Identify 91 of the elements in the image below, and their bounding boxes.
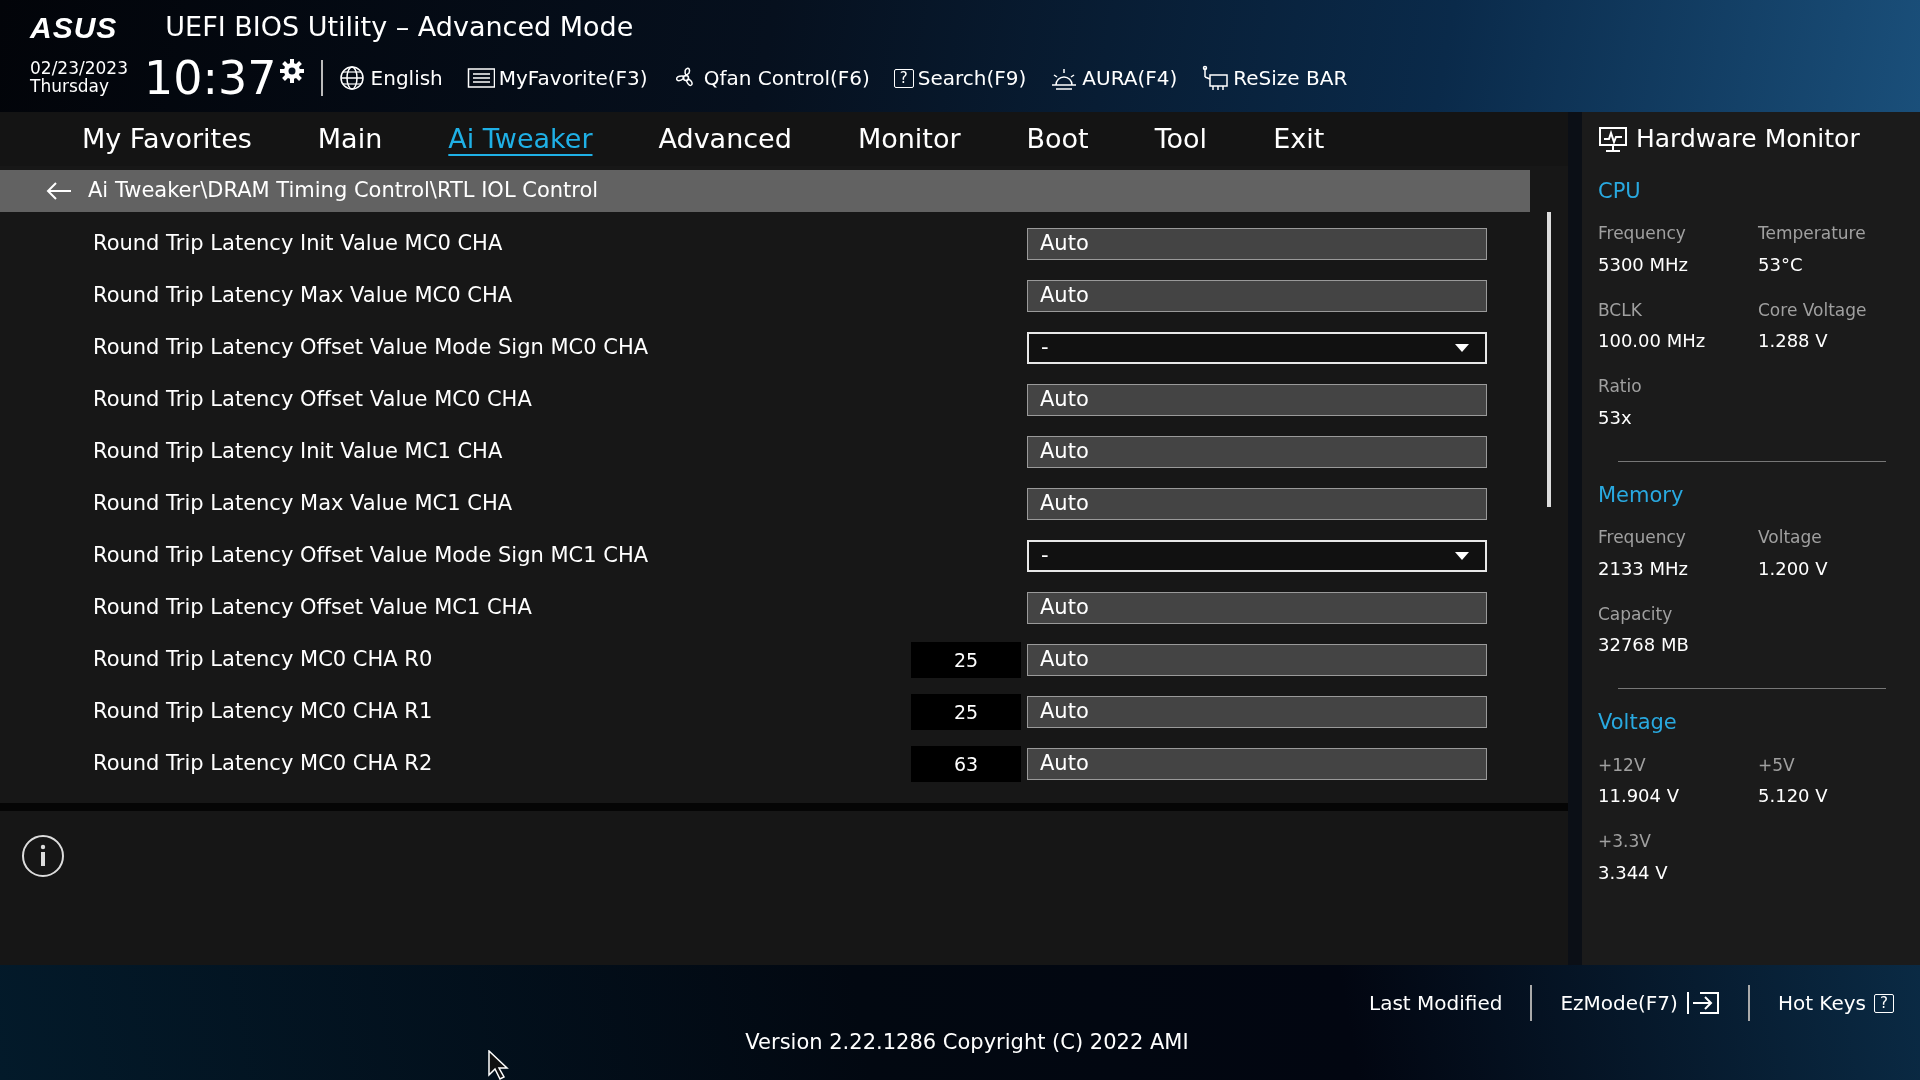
menu-tab[interactable]: Monitor — [857, 118, 961, 160]
stat-value: 53x — [1598, 405, 1633, 430]
stat-label: +12V — [1598, 753, 1647, 777]
menu-tab[interactable]: Tool — [1154, 118, 1208, 160]
setting-label: Round Trip Latency Init Value MC1 CHA — [93, 438, 504, 466]
stat-value: 2133 MHz — [1598, 556, 1690, 581]
caret-icon — [1455, 344, 1469, 352]
stat-value: 11.904 V — [1598, 784, 1681, 808]
section-title: Memory — [1598, 481, 1685, 509]
window-title: UEFI BIOS Utility – Advanced Mode — [165, 10, 634, 45]
stat-value: 3.344 V — [1598, 860, 1669, 885]
panel-title: Hardware Monitor — [1636, 123, 1860, 155]
input-field[interactable]: Auto — [1027, 280, 1487, 312]
monitor-icon — [1598, 124, 1628, 153]
exit-icon — [1685, 990, 1720, 1016]
stat-value: 1.288 V — [1758, 329, 1829, 353]
stat-label: +5V — [1758, 753, 1796, 777]
reading-value: 25 — [911, 694, 1021, 730]
stat-value: 5.120 V — [1758, 784, 1829, 808]
input-field[interactable]: Auto — [1027, 644, 1487, 676]
stat-value: 32768 MB — [1598, 633, 1690, 657]
input-field[interactable]: Auto — [1027, 384, 1487, 416]
menu-tab[interactable]: Exit — [1273, 118, 1325, 160]
setting-label: Round Trip Latency MC0 CHA R0 — [93, 646, 434, 674]
dropdown-field[interactable]: - — [1027, 540, 1487, 572]
toolbar-button[interactable]: English — [338, 63, 443, 93]
dropdown-value: - — [1041, 542, 1049, 570]
section-title: CPU — [1598, 177, 1642, 205]
input-field[interactable]: Auto — [1027, 488, 1487, 520]
stat-value: 53°C — [1758, 252, 1804, 277]
list-icon — [466, 65, 495, 91]
clock-text: 10:37 — [144, 55, 277, 101]
stat-label: Capacity — [1598, 602, 1674, 626]
section-title: Voltage — [1598, 709, 1678, 736]
stat-label: BCLK — [1598, 298, 1643, 322]
menu-tab[interactable]: Advanced — [658, 118, 792, 160]
logo: ASUS — [30, 12, 118, 43]
globe-icon — [338, 65, 367, 91]
reading-value: 25 — [911, 642, 1021, 678]
stat-label: +3.3V — [1598, 830, 1652, 853]
input-field[interactable]: Auto — [1027, 228, 1487, 260]
scrollbar-thumb[interactable] — [1547, 212, 1551, 507]
mouse-cursor-icon — [488, 1050, 510, 1080]
stat-label: Voltage — [1758, 526, 1823, 549]
setting-label: Round Trip Latency Max Value MC1 CHA — [93, 490, 514, 518]
toolbar-button[interactable]: MyFavorite(F3) — [466, 63, 648, 93]
input-field[interactable]: Auto — [1027, 436, 1487, 468]
setting-label: Round Trip Latency Offset Value MC1 CHA — [93, 594, 533, 622]
info-icon — [20, 833, 66, 879]
chip-icon — [1201, 65, 1230, 91]
toolbar-button[interactable]: ReSize BAR — [1201, 63, 1348, 93]
toolbar-button[interactable]: ? Search(F9) — [893, 63, 1027, 93]
help-icon: ? — [893, 68, 914, 88]
menu-tab[interactable]: Main — [317, 118, 383, 160]
setting-label: Round Trip Latency Max Value MC0 CHA — [93, 282, 514, 310]
setting-label: Round Trip Latency Offset Value Mode Sign MC0 CHA — [93, 334, 650, 362]
setting-label: Round Trip Latency MC0 CHA R1 — [93, 698, 434, 726]
setting-label: Round Trip Latency Offset Value Mode Sign MC1 CHA — [93, 542, 650, 570]
input-field[interactable]: Auto — [1027, 748, 1487, 780]
date-text: 02/23/2023 — [30, 60, 128, 78]
menu-tab[interactable]: Ai Tweaker — [448, 118, 593, 160]
input-field[interactable]: Auto — [1027, 592, 1487, 624]
setting-label: Round Trip Latency MC0 CHA R2 — [93, 750, 434, 778]
stat-label: Frequency — [1598, 526, 1687, 549]
setting-label: Round Trip Latency Init Value MC0 CHA — [93, 230, 504, 258]
menu-tab[interactable]: My Favorites — [82, 118, 252, 160]
breadcrumb-text: Ai Tweaker\DRAM Timing Control\RTL IOL Control — [88, 177, 599, 205]
footer-button[interactable]: EzMode(F7) — [1560, 988, 1720, 1018]
weekday-text: Thursday — [30, 78, 111, 96]
caret-icon — [1455, 552, 1469, 560]
toolbar-button[interactable]: AURA(F4) — [1050, 63, 1178, 93]
dropdown-value: - — [1041, 334, 1049, 362]
stat-value: 5300 MHz — [1598, 252, 1690, 277]
input-field[interactable]: Auto — [1027, 696, 1487, 728]
version-text: Version 2.22.1286 Copyright (C) 2022 AMI — [745, 1029, 1189, 1056]
stat-label: Ratio — [1598, 375, 1643, 398]
dropdown-field[interactable]: - — [1027, 332, 1487, 364]
stat-value: 100.00 MHz — [1598, 329, 1707, 353]
reading-value: 63 — [911, 746, 1021, 782]
settings-icon — [278, 58, 305, 84]
stat-label: Frequency — [1598, 222, 1687, 245]
back-arrow-icon[interactable] — [46, 181, 72, 201]
setting-label: Round Trip Latency Offset Value MC0 CHA — [93, 386, 533, 414]
help-icon: ? — [1874, 993, 1894, 1013]
menu-tab[interactable]: Boot — [1026, 118, 1089, 160]
stat-value: 1.200 V — [1758, 556, 1829, 581]
footer-button[interactable]: Last Modified — [1369, 988, 1503, 1018]
stat-label: Temperature — [1758, 222, 1867, 245]
toolbar-button[interactable]: Qfan Control(F6) — [671, 63, 870, 93]
stat-label: Core Voltage — [1758, 298, 1868, 322]
footer-button[interactable]: Hot Keys ? — [1777, 988, 1894, 1018]
